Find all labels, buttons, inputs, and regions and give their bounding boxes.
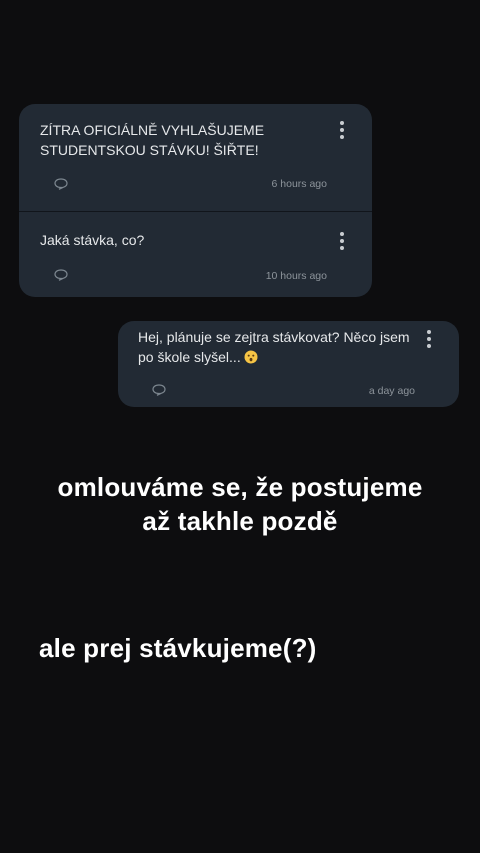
- comment-timestamp: 10 hours ago: [265, 270, 327, 282]
- comment-text-line: ZÍTRA OFICIÁLNĚ VYHLAŠUJEME: [40, 122, 265, 138]
- reply-bubble-icon[interactable]: [152, 384, 166, 396]
- reply-bubble-icon[interactable]: [54, 269, 68, 281]
- comment-text-line: Hej, plánuje se zejtra stávkovat? Něco j…: [138, 329, 410, 345]
- caption-line: až takhle pozdě: [142, 506, 338, 536]
- caption-apology: omlouváme se, že postujeme až takhle poz…: [0, 470, 480, 538]
- reply-bubble-icon[interactable]: [54, 178, 68, 190]
- comment-text: ZÍTRA OFICIÁLNĚ VYHLAŠUJEME STUDENTSKOU …: [40, 120, 264, 160]
- comment-timestamp: a day ago: [368, 385, 415, 397]
- divider: [19, 211, 372, 212]
- comment-text-line: STUDENTSKOU STÁVKU! ŠIŘTE!: [40, 142, 259, 158]
- caption-strike: ale prej stávkujeme(?): [39, 633, 317, 663]
- more-options-icon[interactable]: [337, 231, 347, 251]
- more-options-icon[interactable]: [337, 120, 347, 140]
- comment-timestamp: 6 hours ago: [271, 178, 327, 190]
- caption-line: omlouváme se, že postujeme: [57, 472, 423, 502]
- hushed-face-icon: [244, 350, 258, 364]
- comment-card-group: ZÍTRA OFICIÁLNĚ VYHLAŠUJEME STUDENTSKOU …: [19, 104, 372, 297]
- comment-text: Hej, plánuje se zejtra stávkovat? Něco j…: [138, 327, 410, 367]
- comment-card: Hej, plánuje se zejtra stávkovat? Něco j…: [118, 321, 459, 407]
- comment-text-line: po škole slyšel...: [138, 347, 410, 367]
- more-options-icon[interactable]: [424, 329, 434, 349]
- comment-text: Jaká stávka, co?: [40, 232, 145, 248]
- comment-text-fragment: po škole slyšel...: [138, 349, 241, 365]
